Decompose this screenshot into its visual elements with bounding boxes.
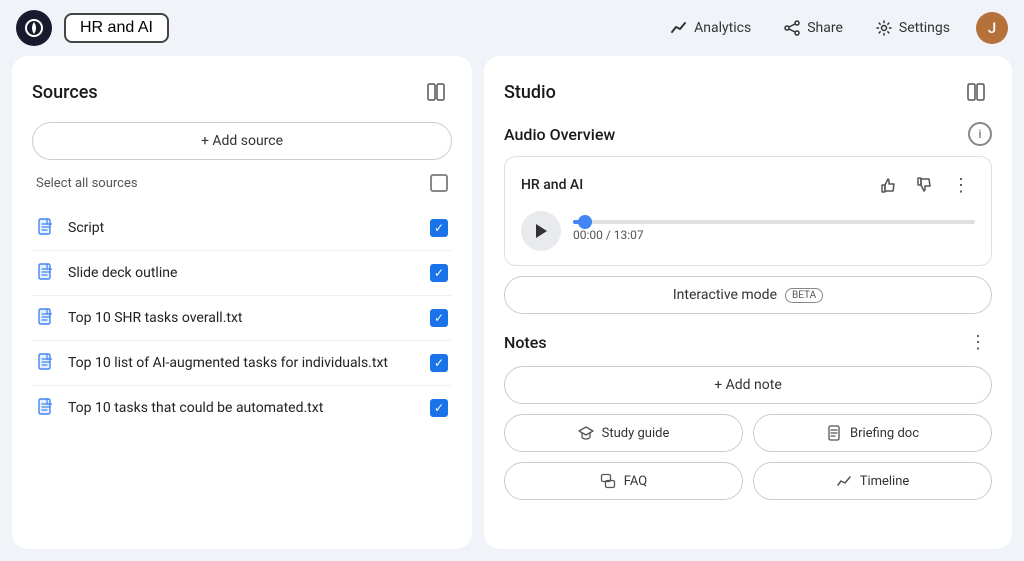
audio-player-row: 00:00 / 13:07 [521, 211, 975, 251]
time-display: 00:00 / 13:07 [573, 228, 975, 242]
sources-title: Sources [32, 82, 98, 103]
studio-title: Studio [504, 82, 556, 103]
thumbs-up-icon [880, 176, 898, 194]
select-all-row: Select all sources [32, 174, 452, 192]
play-button[interactable] [521, 211, 561, 251]
interactive-mode-label: Interactive mode [673, 287, 777, 303]
source-item[interactable]: Top 10 tasks that could be automated.txt… [32, 386, 452, 430]
analytics-button[interactable]: Analytics [656, 11, 765, 45]
share-button[interactable]: Share [769, 11, 857, 45]
file-icon [36, 353, 56, 373]
studio-layout-toggle[interactable] [960, 76, 992, 108]
graduation-icon [578, 425, 594, 441]
timeline-icon [836, 473, 852, 489]
app-header: HR and AI Analytics Share Settings J [0, 0, 1024, 56]
file-icon [36, 218, 56, 238]
progress-bar[interactable] [573, 220, 975, 224]
source-checkbox[interactable]: ✓ [430, 309, 448, 327]
briefing-doc-button[interactable]: Briefing doc [753, 414, 992, 452]
source-checkbox[interactable]: ✓ [430, 219, 448, 237]
thumbs-down-icon [916, 176, 934, 194]
faq-icon [600, 473, 616, 489]
audio-player-card: HR and AI [504, 156, 992, 266]
source-item[interactable]: Script ✓ [32, 206, 452, 251]
audio-overview-title: Audio Overview [504, 125, 615, 144]
briefing-doc-label: Briefing doc [850, 426, 919, 441]
source-item[interactable]: Top 10 SHR tasks overall.txt ✓ [32, 296, 452, 341]
briefing-doc-icon [826, 425, 842, 441]
source-checkbox[interactable]: ✓ [430, 264, 448, 282]
studio-sections: Audio Overview i HR and AI [504, 122, 992, 500]
audio-overview-header: Audio Overview i [504, 122, 992, 146]
header-actions: Analytics Share Settings J [656, 11, 1008, 45]
source-checkbox[interactable]: ✓ [430, 399, 448, 417]
source-name: Top 10 tasks that could be automated.txt [68, 400, 418, 416]
audio-info-icon[interactable]: i [968, 122, 992, 146]
play-icon [534, 223, 548, 239]
audio-overview-section: Audio Overview i HR and AI [504, 122, 992, 314]
progress-dot [578, 215, 592, 229]
settings-icon [875, 19, 893, 37]
avatar[interactable]: J [976, 12, 1008, 44]
player-progress-section: 00:00 / 13:07 [573, 220, 975, 242]
file-icon [36, 308, 56, 328]
source-checkbox[interactable]: ✓ [430, 354, 448, 372]
source-name: Script [68, 220, 418, 236]
faq-label: FAQ [624, 474, 647, 489]
source-item[interactable]: Top 10 list of AI-augmented tasks for in… [32, 341, 452, 386]
notes-header: Notes ⋮ [504, 328, 992, 356]
main-content: Sources + Add source Select all sources … [0, 56, 1024, 561]
settings-button[interactable]: Settings [861, 11, 964, 45]
audio-more-button[interactable]: ⋮ [947, 171, 975, 199]
file-icon [36, 263, 56, 283]
audio-track-title: HR and AI [521, 177, 583, 193]
source-name: Top 10 list of AI-augmented tasks for in… [68, 355, 418, 371]
select-all-checkbox[interactable] [430, 174, 448, 192]
source-item[interactable]: Slide deck outline ✓ [32, 251, 452, 296]
share-icon [783, 19, 801, 37]
timeline-label: Timeline [860, 474, 910, 489]
thumbs-down-button[interactable] [911, 171, 939, 199]
notes-more-button[interactable]: ⋮ [964, 328, 992, 356]
source-name: Slide deck outline [68, 265, 418, 281]
app-logo [16, 10, 52, 46]
sources-panel-header: Sources [32, 76, 452, 108]
layout-icon [426, 82, 446, 102]
add-source-button[interactable]: + Add source [32, 122, 452, 160]
add-note-button[interactable]: + Add note [504, 366, 992, 404]
source-list: Script ✓ Slide deck outline ✓ Top 10 SHR… [32, 206, 452, 430]
select-all-label: Select all sources [36, 176, 138, 191]
sources-panel: Sources + Add source Select all sources … [12, 56, 472, 549]
interactive-mode-button[interactable]: Interactive mode BETA [504, 276, 992, 314]
studio-panel-header: Studio [504, 76, 992, 108]
audio-title-row: HR and AI [521, 171, 975, 199]
notes-section: Notes ⋮ + Add note Study guide [504, 328, 992, 500]
study-guide-label: Study guide [602, 426, 670, 441]
file-icon [36, 398, 56, 418]
sources-layout-toggle[interactable] [420, 76, 452, 108]
studio-panel: Studio Audio Overview i HR and AI [484, 56, 1012, 549]
thumbs-up-button[interactable] [875, 171, 903, 199]
note-actions-grid: Study guide Briefing doc [504, 414, 992, 500]
faq-button[interactable]: FAQ [504, 462, 743, 500]
source-name: Top 10 SHR tasks overall.txt [68, 310, 418, 326]
notebook-title[interactable]: HR and AI [64, 13, 169, 43]
layout-icon [966, 82, 986, 102]
beta-badge: BETA [785, 288, 823, 303]
study-guide-button[interactable]: Study guide [504, 414, 743, 452]
notes-title: Notes [504, 333, 547, 352]
analytics-icon [670, 19, 688, 37]
audio-action-buttons: ⋮ [875, 171, 975, 199]
timeline-button[interactable]: Timeline [753, 462, 992, 500]
